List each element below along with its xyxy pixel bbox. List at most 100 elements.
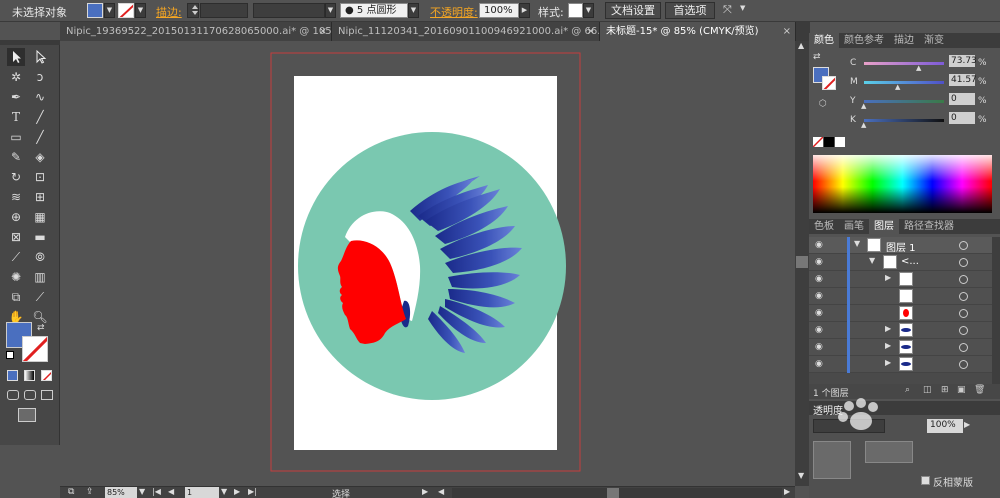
slice-tool-icon[interactable]: ⟋	[31, 288, 49, 306]
layers-scrollbar[interactable]	[992, 237, 1000, 384]
draw-normal-icon[interactable]	[7, 390, 19, 400]
stroke-color-swatch[interactable]	[22, 336, 48, 362]
rectangle-tool-icon[interactable]: ▭	[7, 128, 25, 146]
expand-triangle-icon[interactable]: ▼	[869, 256, 875, 265]
group-row[interactable]: ◉ ▼ <...	[809, 254, 992, 271]
brush-dropdown[interactable]: ▼	[408, 3, 419, 18]
curvature-tool-icon[interactable]: ∿	[31, 88, 49, 106]
document-tab-active[interactable]: 未标题-15* @ 85% (CMYK/预览) ×	[600, 22, 796, 41]
column-graph-tool-icon[interactable]: ▥	[31, 268, 49, 286]
tab-color-guide[interactable]: 颜色参考	[839, 33, 889, 48]
scroll-down-arrow[interactable]: ▼	[798, 471, 804, 480]
mesh-tool-icon[interactable]: ⊠	[7, 228, 25, 246]
document-tab-1[interactable]: Nipic_19369522_20150131170628065000.ai* …	[60, 22, 332, 41]
gradient-mode-icon[interactable]	[24, 370, 35, 381]
artboard-tool-icon[interactable]: ⧉	[7, 288, 25, 306]
swap-colors-icon[interactable]: ⇄	[37, 323, 45, 333]
horizontal-scroll-thumb[interactable]	[607, 488, 619, 498]
target-circle-icon[interactable]	[959, 343, 968, 352]
eyedropper-tool-icon[interactable]: ⟋	[7, 248, 25, 266]
magic-wand-tool-icon[interactable]: ✲	[7, 68, 25, 86]
arrange-dropdown[interactable]: ▼	[740, 4, 745, 12]
artboard-dropdown[interactable]: ▼	[221, 487, 227, 496]
visibility-eye-icon[interactable]: ◉	[815, 291, 829, 301]
rotate-tool-icon[interactable]: ↻	[7, 168, 25, 186]
magenta-slider-handle[interactable]: ▲	[895, 83, 900, 91]
cyan-slider[interactable]	[864, 62, 944, 65]
scale-tool-icon[interactable]: ⊡	[31, 168, 49, 186]
scroll-up-arrow[interactable]: ▲	[798, 41, 804, 50]
tab-stroke[interactable]: 描边	[889, 33, 919, 48]
type-tool-icon[interactable]: T	[7, 108, 25, 126]
visibility-eye-icon[interactable]: ◉	[815, 325, 829, 335]
color-spectrum[interactable]	[813, 155, 992, 213]
default-colors-icon[interactable]	[6, 351, 14, 359]
pen-tool-icon[interactable]: ✒	[7, 88, 25, 106]
expand-triangle-icon[interactable]: ▶	[885, 341, 891, 350]
stroke-weight-input[interactable]	[200, 3, 248, 18]
sublayer-row[interactable]: ◉ ▶	[809, 322, 992, 339]
cyan-value[interactable]: 73.73	[949, 55, 977, 67]
target-circle-icon[interactable]	[959, 258, 968, 267]
sublayer-row[interactable]: ◉ ▶	[809, 339, 992, 356]
fill-swatch[interactable]	[87, 3, 103, 18]
sublayer-row[interactable]: ◉ ▶	[809, 356, 992, 373]
lasso-tool-icon[interactable]: ↄ	[31, 68, 49, 86]
draw-inside-icon[interactable]	[41, 390, 53, 400]
group-name[interactable]: <...	[901, 256, 919, 267]
close-icon[interactable]: ×	[319, 22, 327, 41]
sublayer-row[interactable]: ◉	[809, 305, 992, 322]
free-transform-tool-icon[interactable]: ⊞	[31, 188, 49, 206]
expand-triangle-icon[interactable]: ▼	[854, 239, 860, 248]
delete-layer-icon[interactable]: 🗑︎	[974, 385, 985, 395]
tab-color[interactable]: 颜色	[809, 33, 839, 48]
expand-triangle-icon[interactable]: ▶	[885, 358, 891, 367]
blend-tool-icon[interactable]: ⦾	[31, 248, 49, 266]
out-of-gamut-icon[interactable]: ⬡	[819, 99, 827, 109]
next-artboard-icon[interactable]: ▶	[234, 487, 240, 496]
tab-brushes[interactable]: 画笔	[839, 219, 869, 234]
black-slider-handle[interactable]: ▲	[861, 121, 866, 129]
visibility-eye-icon[interactable]: ◉	[815, 342, 829, 352]
color-mode-icon[interactable]	[7, 370, 18, 381]
expand-triangle-icon[interactable]: ▶	[885, 324, 891, 333]
none-quick-swatch[interactable]	[813, 137, 823, 147]
target-circle-icon[interactable]	[959, 275, 968, 284]
cyan-slider-handle[interactable]: ▲	[916, 64, 921, 72]
share-icon[interactable]: ⇪	[86, 487, 94, 497]
document-tab-2[interactable]: Nipic_11120341_20160901100946921000.ai* …	[332, 22, 600, 41]
brush-select[interactable]: ● 5 点圆形	[340, 3, 408, 18]
target-circle-icon[interactable]	[959, 360, 968, 369]
sublayer-row[interactable]: ◉	[809, 288, 992, 305]
stroke-weight-stepper[interactable]	[187, 3, 199, 18]
visibility-eye-icon[interactable]: ◉	[815, 359, 829, 369]
draw-behind-icon[interactable]	[24, 390, 36, 400]
first-artboard-icon[interactable]: |◀	[152, 487, 161, 496]
canvas-area[interactable]	[60, 41, 795, 486]
artboard-number-input[interactable]: 1	[185, 487, 219, 498]
variable-width-dropdown[interactable]: ▼	[325, 3, 336, 18]
scroll-left-arrow[interactable]: ◀	[438, 487, 444, 496]
status-menu-arrow[interactable]: ▶	[422, 487, 428, 496]
layer-row[interactable]: ◉ ▼ 图层 1	[809, 237, 992, 254]
mask-button[interactable]	[865, 441, 913, 463]
style-dropdown[interactable]: ▼	[583, 3, 594, 18]
layer-name[interactable]: 图层 1	[886, 239, 916, 254]
horizontal-scrollbar[interactable]	[452, 488, 782, 498]
symbol-sprayer-tool-icon[interactable]: ✺	[7, 268, 25, 286]
scroll-right-arrow[interactable]: ▶	[784, 487, 790, 496]
color-panel-stroke-swatch[interactable]	[822, 76, 836, 90]
yellow-slider-handle[interactable]: ▲	[861, 102, 866, 110]
last-artboard-icon[interactable]: ▶|	[248, 487, 257, 496]
visibility-eye-icon[interactable]: ◉	[815, 240, 829, 250]
white-quick-swatch[interactable]	[835, 137, 845, 147]
close-icon[interactable]: ×	[587, 22, 595, 41]
visibility-eye-icon[interactable]: ◉	[815, 308, 829, 318]
line-tool-icon[interactable]: ╱	[31, 108, 49, 126]
gradient-tool-icon[interactable]: ▬	[31, 228, 49, 246]
tools-panel-header[interactable]	[0, 40, 60, 45]
yellow-slider[interactable]	[864, 100, 944, 103]
scroll-thumb[interactable]	[796, 256, 808, 268]
width-tool-icon[interactable]: ≋	[7, 188, 25, 206]
screen-mode-icon[interactable]	[18, 408, 36, 422]
